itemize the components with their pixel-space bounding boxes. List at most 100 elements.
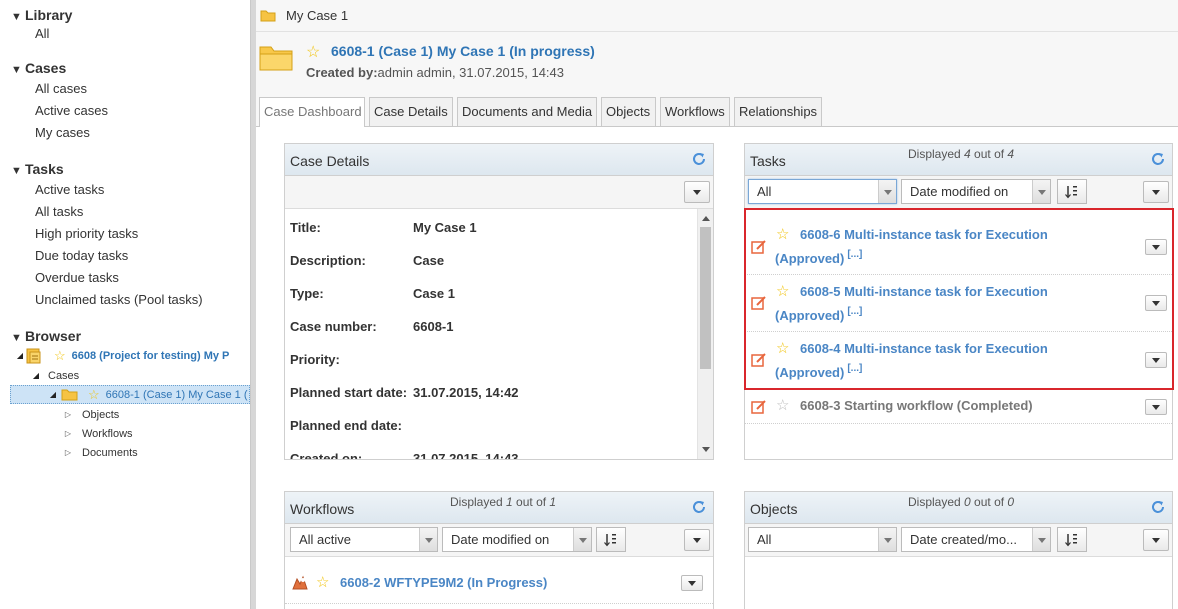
tab-case-details[interactable]: Case Details	[369, 97, 453, 126]
count-shown: 1	[506, 495, 513, 509]
folder-icon	[61, 388, 78, 401]
caret-down-icon	[1152, 189, 1160, 195]
panel-menu-button[interactable]	[1143, 529, 1169, 551]
task-row[interactable]: ☆ 6608-3 Starting workflow (Completed)	[745, 391, 1172, 424]
scroll-down-icon[interactable]	[702, 447, 710, 452]
sort-order-button[interactable]	[596, 527, 626, 552]
tab-relationships[interactable]: Relationships	[734, 97, 822, 126]
nav-unclaimed-tasks[interactable]: Unclaimed tasks (Pool tasks)	[35, 292, 203, 307]
workflow-menu-button[interactable]	[681, 575, 703, 591]
field-value-case-number: 6608-1	[413, 319, 454, 334]
browser-section-header[interactable]: ▼ Browser	[11, 328, 81, 344]
count-prefix: Displayed	[908, 495, 965, 509]
tree-objects-node[interactable]: ▷ Objects	[62, 405, 119, 424]
workflow-sort-select[interactable]: Date modified on	[442, 527, 592, 552]
sort-order-button[interactable]	[1057, 179, 1087, 204]
tree-workflows-label: Workflows	[82, 427, 133, 440]
task-link[interactable]: 6608-3 Starting workflow (Completed)	[800, 394, 1033, 418]
nav-overdue-tasks[interactable]: Overdue tasks	[35, 270, 119, 285]
workflow-link[interactable]: 6608-2 WFTYPE9M2 (In Progress)	[340, 571, 547, 595]
highlight-box	[744, 208, 1174, 390]
count-total: 1	[549, 495, 557, 509]
created-by-label: Created by:	[306, 65, 378, 80]
star-icon[interactable]: ☆	[88, 387, 100, 403]
workflow-icon	[292, 575, 308, 590]
refresh-icon[interactable]	[1150, 499, 1166, 515]
tree-case-node[interactable]: ◢ ☆ 6608-1 (Case 1) My Case 1 (	[10, 385, 250, 404]
star-icon[interactable]: ☆	[776, 396, 789, 414]
tree-documents-node[interactable]: ▷ Documents	[62, 443, 138, 462]
refresh-icon[interactable]	[691, 151, 707, 167]
refresh-icon[interactable]	[691, 499, 707, 515]
nav-my-cases[interactable]: My cases	[35, 125, 90, 140]
collapsed-arrow-icon[interactable]: ▷	[62, 410, 74, 419]
panel-header: Workflows Displayed 1 out of 1	[285, 492, 713, 524]
breadcrumb-label[interactable]: My Case 1	[286, 8, 348, 23]
collapsed-arrow-icon[interactable]: ▷	[62, 448, 74, 457]
nav-due-today-tasks[interactable]: Due today tasks	[35, 248, 128, 263]
field-label-type: Type:	[290, 286, 324, 301]
select-value: Date modified on	[451, 532, 550, 547]
nav-high-priority-tasks[interactable]: High priority tasks	[35, 226, 138, 241]
objects-panel: Objects Displayed 0 out of 0 All Date cr…	[744, 491, 1173, 609]
object-sort-select[interactable]: Date created/mo...	[901, 527, 1051, 552]
collapsed-arrow-icon[interactable]: ▷	[62, 429, 74, 438]
select-arrow-icon	[878, 528, 896, 551]
sort-icon	[1065, 185, 1077, 198]
tasks-section-header[interactable]: ▼ Tasks	[11, 161, 64, 177]
count-total: 0	[1007, 495, 1015, 509]
select-value: Date modified on	[910, 184, 1009, 199]
folder-icon	[260, 9, 276, 22]
star-icon[interactable]: ☆	[316, 573, 329, 591]
field-label-planned-end: Planned end date:	[290, 418, 402, 433]
sort-order-button[interactable]	[1057, 527, 1087, 552]
vertical-scrollbar[interactable]	[697, 209, 713, 459]
field-label-title: Title:	[290, 220, 321, 235]
nav-library-all[interactable]: All	[35, 26, 49, 41]
nav-active-tasks[interactable]: Active tasks	[35, 182, 104, 197]
object-filter-select[interactable]: All	[748, 527, 897, 552]
sort-icon	[604, 533, 616, 546]
star-icon[interactable]: ☆	[54, 348, 66, 364]
tree-workflows-node[interactable]: ▷ Workflows	[62, 424, 133, 443]
panel-menu-button[interactable]	[684, 181, 710, 203]
expanded-arrow-icon[interactable]: ◢	[14, 351, 26, 360]
tab-documents-and-media[interactable]: Documents and Media	[457, 97, 597, 126]
tab-case-dashboard[interactable]: Case Dashboard	[259, 97, 365, 127]
task-menu-button[interactable]	[1145, 399, 1167, 415]
task-filter-select[interactable]: All	[748, 179, 897, 204]
tree-cases-node[interactable]: ◢ Cases	[30, 366, 79, 385]
tab-workflows[interactable]: Workflows	[660, 97, 730, 126]
tab-bar: Case Dashboard Case Details Documents an…	[256, 90, 1178, 127]
tree-cases-label: Cases	[48, 369, 80, 382]
refresh-icon[interactable]	[1150, 151, 1166, 167]
nav-active-cases[interactable]: Active cases	[35, 103, 108, 118]
nav-all-tasks[interactable]: All tasks	[35, 204, 83, 219]
workflow-filter-select[interactable]: All active	[290, 527, 438, 552]
scroll-thumb[interactable]	[700, 227, 711, 369]
select-arrow-icon	[1032, 528, 1050, 551]
panel-header: Objects Displayed 0 out of 0	[745, 492, 1172, 524]
panel-menu-button[interactable]	[684, 529, 710, 551]
workflow-row[interactable]: ☆ 6608-2 WFTYPE9M2 (In Progress)	[285, 557, 713, 604]
tree-project-node[interactable]: ◢ ☆ 6608 (Project for testing) My P	[14, 346, 250, 365]
case-header: ☆ 6608-1 (Case 1) My Case 1 (In progress…	[256, 32, 1178, 90]
field-label-case-number: Case number:	[290, 319, 377, 334]
displayed-count: Displayed 0 out of 0	[908, 495, 1014, 509]
expanded-arrow-icon[interactable]: ◢	[30, 371, 42, 380]
tree-case-label: 6608-1 (Case 1) My Case 1 (	[105, 388, 248, 401]
panel-menu-button[interactable]	[1143, 181, 1169, 203]
edit-icon	[751, 400, 766, 414]
expanded-arrow-icon[interactable]: ◢	[47, 390, 59, 399]
library-section-header[interactable]: ▼ Library	[11, 7, 72, 23]
panel-toolbar: All active Date modified on	[285, 524, 713, 557]
task-sort-select[interactable]: Date modified on	[901, 179, 1051, 204]
scroll-up-icon[interactable]	[702, 216, 710, 221]
cases-section-header[interactable]: ▼ Cases	[11, 60, 66, 76]
tab-objects[interactable]: Objects	[601, 97, 656, 126]
star-icon[interactable]: ☆	[306, 42, 320, 62]
nav-all-cases[interactable]: All cases	[35, 81, 87, 96]
field-value-created-on: 31.07.2015, 14:43	[413, 451, 519, 459]
caret-down-icon	[693, 537, 701, 543]
tree-project-label: 6608 (Project for testing) My P	[71, 349, 230, 362]
